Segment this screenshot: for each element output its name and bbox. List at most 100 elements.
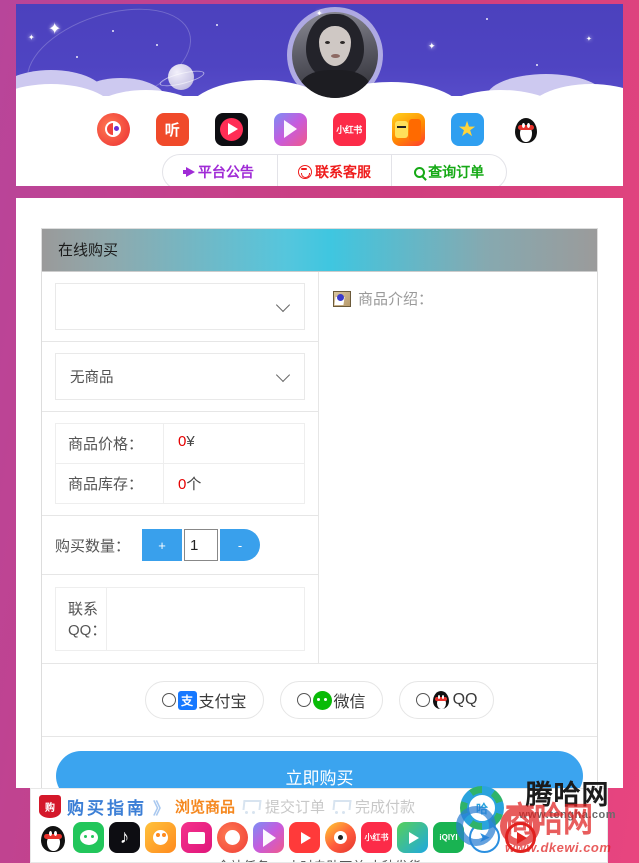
- chevron-down-icon: [275, 367, 291, 382]
- payment-method-row: 支 支付宝 微信 QQ: [42, 663, 597, 736]
- page-root: ✦ ✦ ✦ ✦ ✦: [0, 0, 639, 863]
- wechat-icon[interactable]: [73, 822, 104, 853]
- image-icon: [333, 290, 351, 307]
- price-unit: ¥: [186, 433, 195, 450]
- kuaishou-icon[interactable]: [505, 822, 536, 853]
- cart-icon: [241, 799, 259, 814]
- contact-qq-row: 联系QQ：: [55, 587, 305, 651]
- avatar-lip: [331, 54, 340, 58]
- quantity-stepper: 购买数量： + -: [42, 516, 318, 575]
- cart-icon: [331, 799, 349, 814]
- footer-guide: 购 购买指南 》 浏览商品 提交订单 完成付款 ♪ 小红书 iQIYI ➤: [30, 788, 608, 863]
- product-intro-label: 商品介绍：: [358, 291, 434, 308]
- header-nav-pills: 平台公告 联系客服 查询订单: [162, 154, 507, 186]
- guide-step-submit: 提交订单: [265, 799, 326, 816]
- ting-icon[interactable]: 听: [155, 112, 189, 146]
- app-icon-row: 听 小红书 ★: [16, 108, 623, 150]
- qq-penguin-icon: [515, 116, 537, 143]
- megaphone-icon: [182, 167, 195, 177]
- star-dot: [112, 30, 114, 32]
- youku-icon[interactable]: [397, 822, 428, 853]
- nav-contact-service-label: 联系客服: [315, 164, 371, 180]
- price-row: 商品价格： 0¥: [55, 423, 305, 463]
- chevron-right-icon: 》: [153, 800, 170, 818]
- nav-platform-notice-label: 平台公告: [197, 164, 254, 180]
- alipay-icon: 支: [177, 690, 197, 710]
- nav-query-order-label: 查询订单: [428, 164, 485, 180]
- xiaohongshu-icon-label: 小红书: [336, 124, 362, 135]
- product-intro-header: 商品介绍：: [333, 288, 583, 309]
- avatar-eye: [325, 41, 330, 44]
- star-dot: [486, 18, 488, 20]
- radio-alipay[interactable]: [161, 693, 176, 707]
- payment-option-alipay[interactable]: 支 支付宝: [144, 681, 264, 719]
- nav-contact-service[interactable]: 联系客服: [278, 155, 393, 186]
- guide-step-browse: 浏览商品: [175, 799, 236, 816]
- product-select[interactable]: 无商品: [55, 353, 305, 400]
- bilibili-icon[interactable]: ➤: [469, 822, 500, 853]
- chevron-down-icon: [275, 297, 291, 312]
- guide-step-pay: 完成付款: [355, 799, 416, 816]
- stock-row: 商品库存： 0个: [55, 463, 305, 504]
- sparkle-icon: ✦: [586, 36, 592, 43]
- payment-option-wechat-label: 微信: [333, 694, 366, 711]
- header-card: ✦ ✦ ✦ ✦ ✦: [16, 4, 623, 186]
- papa-icon[interactable]: [217, 822, 248, 853]
- sparkle-icon: ✦: [28, 33, 35, 42]
- product-select-value: 无商品: [70, 370, 114, 386]
- qq-icon[interactable]: [37, 822, 68, 853]
- nav-query-order[interactable]: 查询订单: [392, 155, 506, 186]
- xiaohongshu-icon[interactable]: 小红书: [332, 112, 366, 146]
- wechat-icon: [312, 690, 332, 710]
- payment-option-alipay-label: 支付宝: [198, 694, 247, 711]
- category-select-cell: [42, 272, 318, 342]
- price-label: 商品价格：: [56, 424, 164, 463]
- quantity-input[interactable]: [184, 529, 219, 561]
- douyin-icon[interactable]: ♪: [109, 822, 140, 853]
- sparkle-icon: ✦: [48, 21, 62, 38]
- radio-qq[interactable]: [415, 693, 430, 707]
- avatar[interactable]: [287, 7, 383, 103]
- sparkle-icon: ✦: [428, 41, 436, 51]
- qzone-icon[interactable]: ★: [450, 112, 484, 146]
- purchase-form-column: 无商品 商品价格： 0¥ 商品库存： 0个 购买数量： + 1 - 联系QQ：: [42, 272, 319, 663]
- avatar-image: [292, 12, 378, 98]
- avatar-body: [300, 70, 370, 98]
- kuaishou-icon[interactable]: [391, 112, 425, 146]
- brand-icon-row: ♪ 小红书 iQIYI ➤: [31, 821, 607, 854]
- douyin-icon[interactable]: [273, 112, 307, 146]
- kuaiyin-icon[interactable]: [214, 112, 248, 146]
- quantity-increase-button[interactable]: +: [142, 529, 183, 561]
- star-dot: [216, 24, 218, 26]
- headset-face-icon: [298, 165, 312, 179]
- avatar-eye: [340, 41, 345, 44]
- contact-qq-input[interactable]: [107, 588, 305, 650]
- radio-wechat[interactable]: [296, 693, 311, 707]
- footer-note: 全站任务 24小时自助下单 十秒发货: [31, 854, 607, 862]
- main-card: 在线购买 无商品 商品价格： 0¥ 商品库存： 0个 购买数量： + 1 - 联…: [16, 198, 623, 818]
- weibo-icon[interactable]: [325, 822, 356, 853]
- guide-steps-row: 购 购买指南 》 浏览商品 提交订单 完成付款: [31, 789, 607, 821]
- price-value: 0¥: [164, 424, 195, 463]
- stock-unit: 个: [186, 476, 202, 493]
- category-select[interactable]: [55, 283, 305, 330]
- nav-platform-notice[interactable]: 平台公告: [163, 155, 278, 186]
- qq-icon[interactable]: [509, 112, 543, 146]
- panel-title: 在线购买: [42, 229, 597, 272]
- payment-option-wechat[interactable]: 微信: [279, 681, 383, 719]
- iqiyi-icon[interactable]: iQIYI: [433, 822, 464, 853]
- quantity-decrease-button[interactable]: -: [220, 529, 261, 561]
- qqmusic-icon[interactable]: [145, 822, 176, 853]
- product-select-cell: 无商品: [42, 342, 318, 412]
- xiaohongshu-icon[interactable]: 小红书: [361, 822, 392, 853]
- panel-body: 无商品 商品价格： 0¥ 商品库存： 0个 购买数量： + 1 - 联系QQ： …: [42, 272, 597, 663]
- kuaiyin-icon[interactable]: [289, 822, 320, 853]
- ting-icon-label: 听: [164, 121, 180, 139]
- papa-icon[interactable]: [96, 112, 130, 146]
- price-stock-cell: 商品价格： 0¥ 商品库存： 0个: [42, 412, 318, 516]
- douyin2-icon[interactable]: [253, 822, 284, 853]
- star-dot: [156, 44, 158, 46]
- mail-icon[interactable]: [181, 822, 212, 853]
- contact-qq-label: 联系QQ：: [56, 588, 108, 650]
- payment-option-qq[interactable]: QQ: [398, 681, 495, 719]
